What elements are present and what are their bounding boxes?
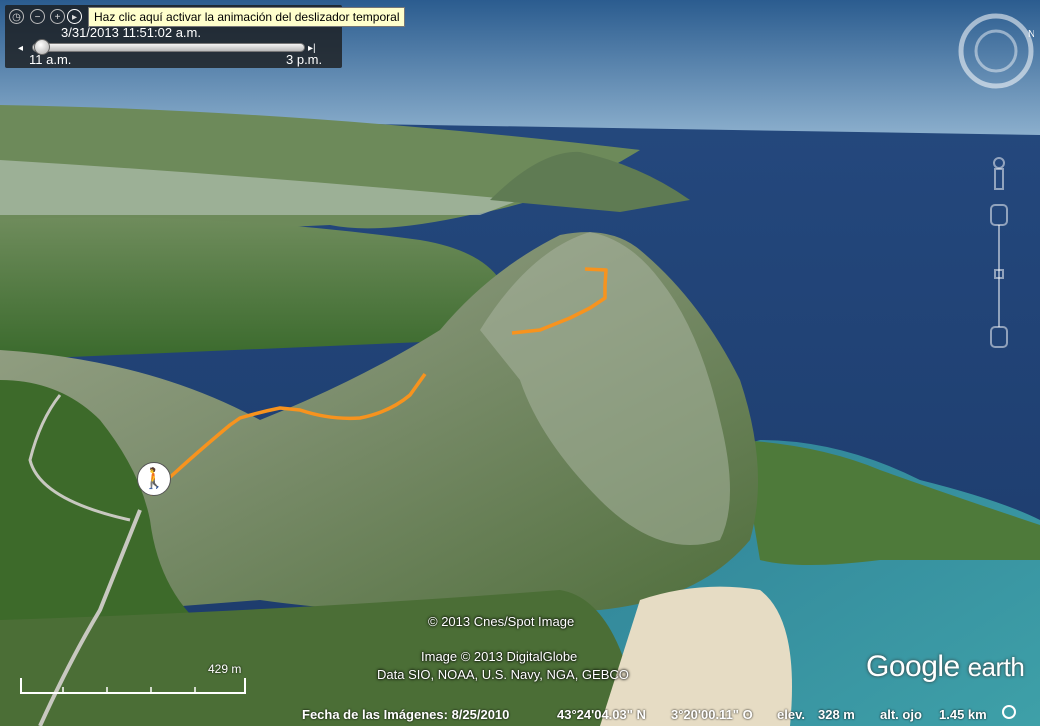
animation-tooltip: Haz clic aquí activar la animación del d… [88,7,406,27]
logo-earth: earth [967,652,1025,682]
time-slider-start: 11 a.m. [29,52,72,67]
latitude: 43°24'04.03" N [557,707,646,722]
eye-altitude-label: alt. ojo [880,707,922,722]
google-earth-logo: Google earth [866,650,1025,684]
attribution-cnes: © 2013 Cnes/Spot Image [428,614,575,629]
compass-north: N [1028,29,1034,40]
elevation-value: 328 m [818,707,855,722]
zoom-out-icon[interactable]: − [30,9,45,24]
streaming-indicator-icon [1002,705,1016,719]
time-slider-date: 3/31/2013 11:51:02 a.m. [61,25,201,40]
eye-altitude-value: 1.45 km [939,707,987,722]
zoom-in-button [990,204,1008,226]
step-back-icon[interactable]: ◂ [18,43,23,54]
imagery-date: Fecha de las Imágenes: 8/25/2010 [302,707,510,722]
hiker-icon[interactable]: 🚶 [137,462,171,496]
status-bar: Fecha de las Imágenes: 8/25/2010 43°24'0… [0,704,1040,726]
longitude: 3°20'00.11" O [671,707,753,722]
time-slider-track[interactable] [32,43,305,52]
scale-bar [20,678,246,694]
elevation-label: elev. [777,707,805,722]
attribution-data: Data SIO, NOAA, U.S. Navy, NGA, GEBCO [377,667,629,682]
logo-google: Google [866,650,960,683]
time-slider-end: 3 p.m. [286,52,323,67]
compass[interactable]: N [958,13,1034,89]
zoom-control[interactable] [988,155,1010,350]
attribution-digitalglobe: Image © 2013 DigitalGlobe [421,649,578,664]
clock-icon[interactable]: ◷ [9,9,24,24]
zoom-in-icon[interactable]: + [50,9,65,24]
zoom-out-button [990,326,1008,348]
scale-label: 429 m [208,662,242,676]
play-clock-icon[interactable]: ▸ [67,9,82,24]
street-view-icon [993,157,1005,169]
